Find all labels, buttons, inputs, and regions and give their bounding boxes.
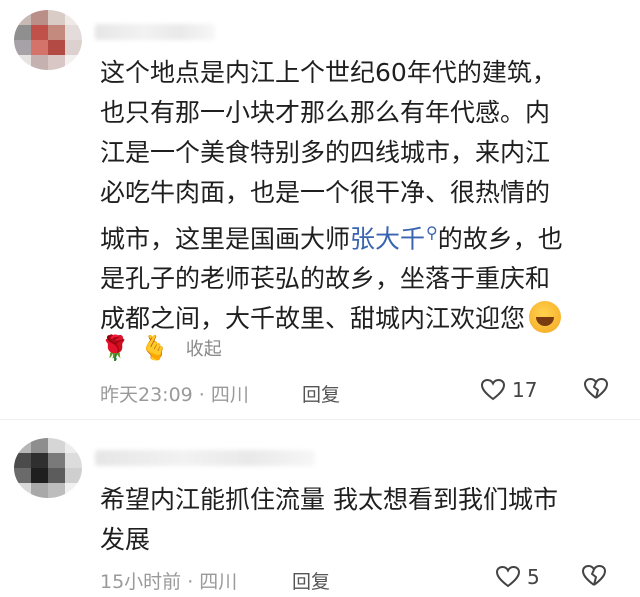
like-count: 17	[512, 378, 538, 402]
search-icon[interactable]: ⚲	[426, 223, 438, 242]
comment-text: 这个地点是内江上个世纪60年代的建筑， 也只有那一小块才那么那么有年代感。内 江…	[100, 53, 620, 339]
comment-line: 也只有那一小块才那么那么有年代感。内	[100, 98, 551, 127]
comment-line: 城市，这里是国画大师张大千⚲的故乡，也	[100, 213, 620, 259]
comment-item: 这个地点是内江上个世纪60年代的建筑， 也只有那一小块才那么那么有年代感。内 江…	[0, 0, 640, 420]
comment-line: 发展	[100, 525, 151, 554]
like-heart-icon	[480, 378, 506, 402]
reply-button[interactable]: 回复	[292, 567, 330, 594]
collapse-button[interactable]: 收起	[186, 335, 222, 361]
avatar[interactable]	[14, 10, 82, 70]
finger-heart-icon: 🫰	[139, 334, 170, 362]
search-link[interactable]: 张大千	[350, 224, 425, 253]
like-count: 5	[527, 565, 540, 589]
comment-item: 希望内江能抓住流量 我太想看到我们城市 发展 15小时前 · 四川 回复 5	[0, 420, 640, 597]
like-button[interactable]: 17	[480, 378, 537, 402]
comment-text-segment: 的故乡，也	[437, 224, 563, 254]
reply-button[interactable]: 回复	[302, 380, 340, 407]
laughing-emoji-icon	[529, 301, 562, 334]
avatar[interactable]	[14, 438, 82, 498]
dislike-broken-heart-icon	[580, 563, 608, 589]
comment-line: 必吃牛肉面，也是一个很干净、很热情的	[100, 178, 551, 207]
comment-extras: 🌹 🫰 收起	[100, 333, 222, 363]
time-location: 昨天23:09 · 四川	[100, 384, 249, 406]
comment-meta: 15小时前 · 四川 回复 5	[100, 565, 620, 597]
comment-text-segment: 成都之间，大千故里、甜城内江欢迎您	[100, 304, 526, 334]
dislike-button[interactable]	[582, 376, 610, 402]
comment-line: 江是一个美食特别多的四线城市，来内江	[100, 138, 551, 167]
comment-line: 这个地点是内江上个世纪60年代的建筑，	[100, 58, 557, 87]
rose-icon: 🌹	[100, 334, 130, 362]
dislike-broken-heart-icon	[582, 376, 610, 402]
comment-text: 希望内江能抓住流量 我太想看到我们城市 发展	[100, 480, 620, 560]
username[interactable]	[95, 450, 315, 466]
comment-line: 希望内江能抓住流量 我太想看到我们城市	[100, 485, 558, 514]
comment-meta: 昨天23:09 · 四川 回复 17	[100, 378, 620, 410]
comment-line: 是孔子的老师苌弘的故乡，坐落于重庆和	[100, 264, 551, 294]
time-location: 15小时前 · 四川	[100, 571, 238, 593]
username[interactable]	[95, 24, 215, 40]
like-button[interactable]: 5	[495, 565, 540, 589]
like-heart-icon	[495, 565, 521, 589]
comment-text-segment: 城市，这里是国画大师	[100, 224, 351, 254]
dislike-button[interactable]	[580, 563, 608, 589]
